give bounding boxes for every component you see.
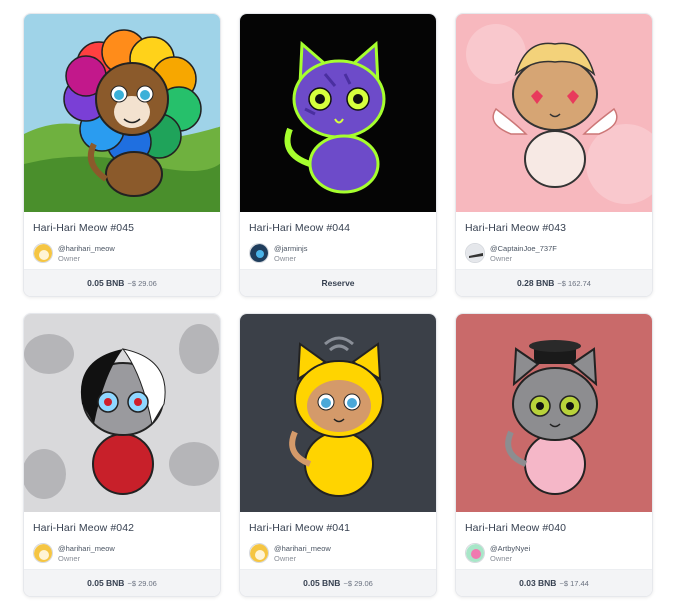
nft-artwork-cupid-cat[interactable] bbox=[456, 14, 652, 212]
nft-card[interactable]: Hari-Hari Meow #041 @harihari_meow Owner… bbox=[239, 313, 437, 597]
owner-role-label: Owner bbox=[58, 554, 81, 563]
nft-artwork-rainbow-cat[interactable] bbox=[24, 14, 220, 212]
owner-handle[interactable]: @harihari_meow bbox=[58, 544, 115, 553]
owner-role-label: Owner bbox=[274, 554, 297, 563]
price-footer[interactable]: 0.28 BNB ~$ 162.74 bbox=[456, 269, 652, 296]
nft-title[interactable]: Hari-Hari Meow #044 bbox=[249, 222, 350, 234]
avatar[interactable] bbox=[465, 243, 485, 263]
nft-title[interactable]: Hari-Hari Meow #042 bbox=[33, 522, 134, 534]
owner-handle[interactable]: @harihari_meow bbox=[274, 544, 331, 553]
owner-handle[interactable]: @ArtbyNyei bbox=[490, 544, 530, 553]
reserve-label[interactable]: Reserve bbox=[321, 278, 354, 288]
owner-handle[interactable]: @jarminjs bbox=[274, 244, 307, 253]
nft-title[interactable]: Hari-Hari Meow #045 bbox=[33, 222, 134, 234]
nft-artwork-sailor-cat[interactable] bbox=[456, 314, 652, 512]
owner-role-label: Owner bbox=[490, 554, 513, 563]
nft-artwork-neon-cat[interactable] bbox=[240, 14, 436, 212]
avatar[interactable] bbox=[249, 243, 269, 263]
nft-card[interactable]: Hari-Hari Meow #044 @jarminjs Owner Rese… bbox=[239, 13, 437, 297]
price-bnb: 0.28 BNB bbox=[517, 278, 555, 288]
owner-handle[interactable]: @harihari_meow bbox=[58, 244, 115, 253]
price-fiat: ~$ 162.74 bbox=[557, 278, 591, 288]
nft-title[interactable]: Hari-Hari Meow #040 bbox=[465, 522, 566, 534]
price-footer[interactable]: 0.05 BNB ~$ 29.06 bbox=[240, 569, 436, 596]
avatar[interactable] bbox=[33, 543, 53, 563]
owner-handle[interactable]: @CaptainJoe_737F bbox=[490, 244, 557, 253]
price-footer[interactable]: 0.05 BNB ~$ 29.06 bbox=[24, 269, 220, 296]
nft-artwork-dalmatian-cat[interactable] bbox=[24, 314, 220, 512]
nft-grid: Hari-Hari Meow #045 @harihari_meow Owner… bbox=[0, 0, 680, 611]
avatar[interactable] bbox=[465, 543, 485, 563]
nft-card[interactable]: Hari-Hari Meow #042 @harihari_meow Owner… bbox=[23, 313, 221, 597]
nft-card[interactable]: Hari-Hari Meow #040 @ArtbyNyei Owner 0.0… bbox=[455, 313, 653, 597]
price-bnb: 0.03 BNB bbox=[519, 578, 557, 588]
nft-card[interactable]: Hari-Hari Meow #045 @harihari_meow Owner… bbox=[23, 13, 221, 297]
avatar[interactable] bbox=[33, 243, 53, 263]
avatar[interactable] bbox=[249, 543, 269, 563]
reserve-button[interactable]: Reserve bbox=[240, 269, 436, 296]
price-footer[interactable]: 0.05 BNB ~$ 29.06 bbox=[24, 569, 220, 596]
nft-title[interactable]: Hari-Hari Meow #041 bbox=[249, 522, 350, 534]
owner-role-label: Owner bbox=[58, 254, 81, 263]
price-footer[interactable]: 0.03 BNB ~$ 17.44 bbox=[456, 569, 652, 596]
nft-artwork-yellow-hoodie-cat[interactable] bbox=[240, 314, 436, 512]
price-bnb: 0.05 BNB bbox=[303, 578, 341, 588]
owner-role-label: Owner bbox=[274, 254, 297, 263]
price-fiat: ~$ 29.06 bbox=[127, 278, 157, 288]
price-fiat: ~$ 17.44 bbox=[559, 578, 589, 588]
price-bnb: 0.05 BNB bbox=[87, 278, 125, 288]
owner-role-label: Owner bbox=[490, 254, 513, 263]
price-bnb: 0.05 BNB bbox=[87, 578, 125, 588]
nft-title[interactable]: Hari-Hari Meow #043 bbox=[465, 222, 566, 234]
price-fiat: ~$ 29.06 bbox=[343, 578, 373, 588]
nft-card[interactable]: Hari-Hari Meow #043 @CaptainJoe_737F Own… bbox=[455, 13, 653, 297]
price-fiat: ~$ 29.06 bbox=[127, 578, 157, 588]
